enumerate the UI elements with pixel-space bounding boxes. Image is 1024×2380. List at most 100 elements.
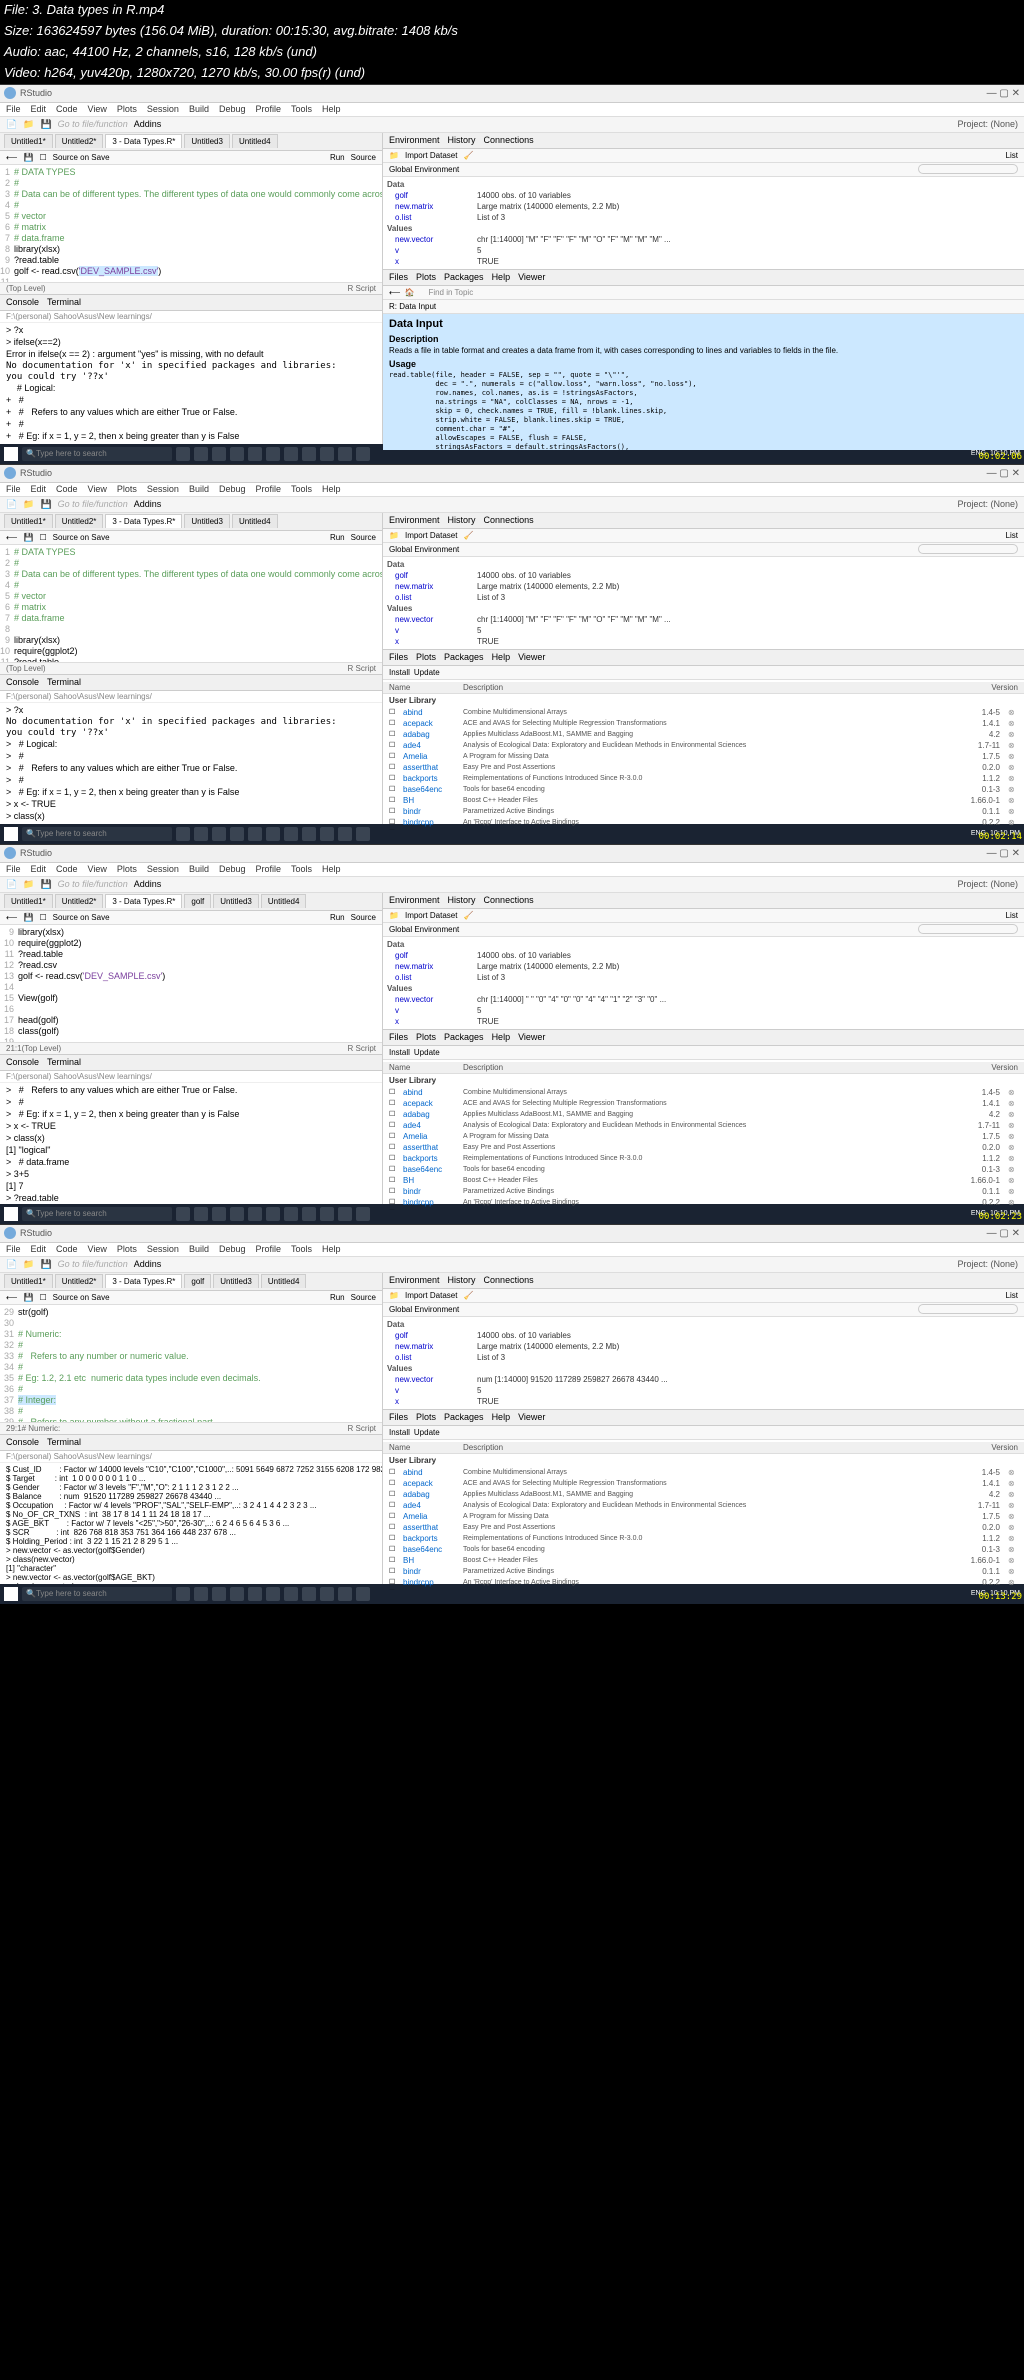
files-tab[interactable]: Files bbox=[389, 272, 408, 282]
load-icon[interactable]: 📁 bbox=[389, 151, 399, 160]
script-type-label[interactable]: R Script bbox=[348, 284, 376, 293]
editor-tab[interactable]: Untitled4 bbox=[232, 134, 278, 148]
package-row[interactable]: ☐bitA Class for Vectors of 1-Bit Boolean… bbox=[383, 1588, 1024, 1590]
taskbar-app-icon[interactable] bbox=[338, 447, 352, 461]
find-topic-input[interactable]: Find in Topic bbox=[428, 288, 473, 297]
package-row[interactable]: ☐backportsReimplementations of Functions… bbox=[383, 773, 1024, 784]
taskbar-app-icon[interactable] bbox=[284, 447, 298, 461]
viewer-tab[interactable]: Viewer bbox=[518, 272, 545, 282]
package-row[interactable]: ☐bindrcppAn 'Rcpp' Interface to Active B… bbox=[383, 817, 1024, 828]
package-row[interactable]: ☐ade4Analysis of Ecological Data: Explor… bbox=[383, 1500, 1024, 1511]
package-row[interactable]: ☐adabagApplies Multiclass AdaBoost.M1, S… bbox=[383, 1489, 1024, 1500]
history-tab[interactable]: History bbox=[448, 135, 476, 145]
package-row[interactable]: ☐acepackACE and AVAS for Selecting Multi… bbox=[383, 1478, 1024, 1489]
package-row[interactable]: ☐assertthatEasy Pre and Post Assertions0… bbox=[383, 1142, 1024, 1153]
taskbar-app-icon[interactable] bbox=[176, 447, 190, 461]
package-row[interactable]: ☐BHBoost C++ Header Files1.66.0-1⊗ bbox=[383, 1555, 1024, 1566]
open-file-icon[interactable]: 📁 bbox=[23, 119, 34, 130]
clear-icon[interactable]: 🧹 bbox=[463, 151, 473, 160]
global-env-label[interactable]: Global Environment bbox=[389, 165, 459, 174]
package-row[interactable]: ☐BHBoost C++ Header Files1.66.0-1⊗ bbox=[383, 795, 1024, 806]
windows-start-icon[interactable] bbox=[4, 447, 18, 461]
package-row[interactable]: ☐bindrcppAn 'Rcpp' Interface to Active B… bbox=[383, 1577, 1024, 1588]
taskbar-app-icon[interactable] bbox=[212, 447, 226, 461]
save-icon[interactable]: 💾 bbox=[23, 153, 33, 162]
package-row[interactable]: ☐bindrParametrized Active Bindings0.1.1⊗ bbox=[383, 1566, 1024, 1577]
plots-tab[interactable]: Plots bbox=[416, 272, 436, 282]
menu-file[interactable]: File bbox=[6, 104, 21, 114]
package-row[interactable]: ☐bitA Class for Vectors of 1-Bit Boolean… bbox=[383, 1208, 1024, 1210]
package-row[interactable]: ☐abindCombine Multidimensional Arrays1.4… bbox=[383, 707, 1024, 718]
taskbar-search[interactable]: 🔍 Type here to search bbox=[22, 447, 172, 461]
package-row[interactable]: ☐backportsReimplementations of Functions… bbox=[383, 1153, 1024, 1164]
env-search-input[interactable] bbox=[918, 164, 1018, 174]
package-row[interactable]: ☐acepackACE and AVAS for Selecting Multi… bbox=[383, 718, 1024, 729]
package-row[interactable]: ☐bitA Class for Vectors of 1-Bit Boolean… bbox=[383, 828, 1024, 830]
back-icon[interactable]: ⟵ bbox=[6, 153, 17, 162]
project-badge[interactable]: Project: (None) bbox=[957, 119, 1018, 129]
env-list[interactable]: Data golf14000 obs. of 10 variables new.… bbox=[383, 177, 1024, 269]
addins-dropdown[interactable]: Addins bbox=[134, 119, 162, 129]
source-button[interactable]: Source bbox=[351, 153, 376, 162]
run-button[interactable]: Run bbox=[330, 153, 345, 162]
taskbar-app-icon[interactable] bbox=[194, 447, 208, 461]
package-row[interactable]: ☐base64encTools for base64 encoding0.1-3… bbox=[383, 784, 1024, 795]
menu-build[interactable]: Build bbox=[189, 104, 209, 114]
source-on-save-check[interactable]: ☐ bbox=[39, 153, 46, 162]
editor-tab[interactable]: 3 - Data Types.R* bbox=[105, 134, 182, 148]
package-row[interactable]: ☐backportsReimplementations of Functions… bbox=[383, 1533, 1024, 1544]
package-row[interactable]: ☐abindCombine Multidimensional Arrays1.4… bbox=[383, 1467, 1024, 1478]
console-output[interactable]: > ?x > ifelse(x==2) Error in ifelse(x ==… bbox=[0, 323, 382, 444]
menu-help[interactable]: Help bbox=[322, 104, 341, 114]
package-row[interactable]: ☐base64encTools for base64 encoding0.1-3… bbox=[383, 1544, 1024, 1555]
package-row[interactable]: ☐BHBoost C++ Header Files1.66.0-1⊗ bbox=[383, 1175, 1024, 1186]
taskbar-app-icon[interactable] bbox=[266, 447, 280, 461]
console-tab[interactable]: Console bbox=[6, 297, 39, 307]
menubar[interactable]: File Edit Code View Plots Session Build … bbox=[0, 103, 1024, 117]
install-button[interactable]: Install bbox=[389, 668, 410, 677]
env-tab[interactable]: Environment bbox=[389, 135, 440, 145]
import-button[interactable]: Import Dataset bbox=[405, 151, 457, 160]
package-row[interactable]: ☐ade4Analysis of Ecological Data: Explor… bbox=[383, 740, 1024, 751]
packages-tab[interactable]: Packages bbox=[444, 272, 484, 282]
package-row[interactable]: ☐AmeliaA Program for Missing Data1.7.5⊗ bbox=[383, 751, 1024, 762]
update-button[interactable]: Update bbox=[414, 668, 440, 677]
menu-view[interactable]: View bbox=[88, 104, 107, 114]
menu-profile[interactable]: Profile bbox=[256, 104, 282, 114]
package-row[interactable]: ☐assertthatEasy Pre and Post Assertions0… bbox=[383, 1522, 1024, 1533]
package-list[interactable]: NameDescriptionVersion User Library ☐abi… bbox=[383, 680, 1024, 830]
taskbar-app-icon[interactable] bbox=[248, 447, 262, 461]
menu-tools[interactable]: Tools bbox=[291, 104, 312, 114]
terminal-tab[interactable]: Terminal bbox=[47, 297, 81, 307]
scope-label[interactable]: (Top Level) bbox=[6, 284, 46, 293]
package-row[interactable]: ☐abindCombine Multidimensional Arrays1.4… bbox=[383, 1087, 1024, 1098]
save-icon[interactable]: 💾 bbox=[40, 119, 51, 130]
package-row[interactable]: ☐ade4Analysis of Ecological Data: Explor… bbox=[383, 1120, 1024, 1131]
taskbar-app-icon[interactable] bbox=[302, 447, 316, 461]
package-row[interactable]: ☐AmeliaA Program for Missing Data1.7.5⊗ bbox=[383, 1131, 1024, 1142]
package-row[interactable]: ☐base64encTools for base64 encoding0.1-3… bbox=[383, 1164, 1024, 1175]
back-arrow-icon[interactable]: ⟵ bbox=[389, 288, 400, 297]
menu-debug[interactable]: Debug bbox=[219, 104, 246, 114]
menu-edit[interactable]: Edit bbox=[31, 104, 47, 114]
help-tab[interactable]: Help bbox=[492, 272, 511, 282]
taskbar-app-icon[interactable] bbox=[320, 447, 334, 461]
taskbar-app-icon[interactable] bbox=[356, 447, 370, 461]
code-editor[interactable]: 12345678910111213141516171819202122 # DA… bbox=[0, 165, 382, 282]
package-row[interactable]: ☐adabagApplies Multiclass AdaBoost.M1, S… bbox=[383, 1109, 1024, 1120]
menu-plots[interactable]: Plots bbox=[117, 104, 137, 114]
package-row[interactable]: ☐assertthatEasy Pre and Post Assertions0… bbox=[383, 762, 1024, 773]
package-row[interactable]: ☐bindrParametrized Active Bindings0.1.1⊗ bbox=[383, 1186, 1024, 1197]
menu-code[interactable]: Code bbox=[56, 104, 78, 114]
package-row[interactable]: ☐AmeliaA Program for Missing Data1.7.5⊗ bbox=[383, 1511, 1024, 1522]
new-file-icon[interactable]: 📄 bbox=[6, 119, 17, 130]
goto-input[interactable]: Go to file/function bbox=[58, 119, 128, 129]
package-row[interactable]: ☐bindrcppAn 'Rcpp' Interface to Active B… bbox=[383, 1197, 1024, 1208]
editor-tab[interactable]: Untitled1* bbox=[4, 134, 53, 148]
taskbar-app-icon[interactable] bbox=[230, 447, 244, 461]
editor-tab[interactable]: Untitled3 bbox=[184, 134, 230, 148]
list-view-button[interactable]: List bbox=[1006, 151, 1018, 160]
package-row[interactable]: ☐acepackACE and AVAS for Selecting Multi… bbox=[383, 1098, 1024, 1109]
window-controls[interactable]: — ▢ ✕ bbox=[987, 88, 1020, 99]
help-content[interactable]: Data Input Description Reads a file in t… bbox=[383, 314, 1024, 450]
